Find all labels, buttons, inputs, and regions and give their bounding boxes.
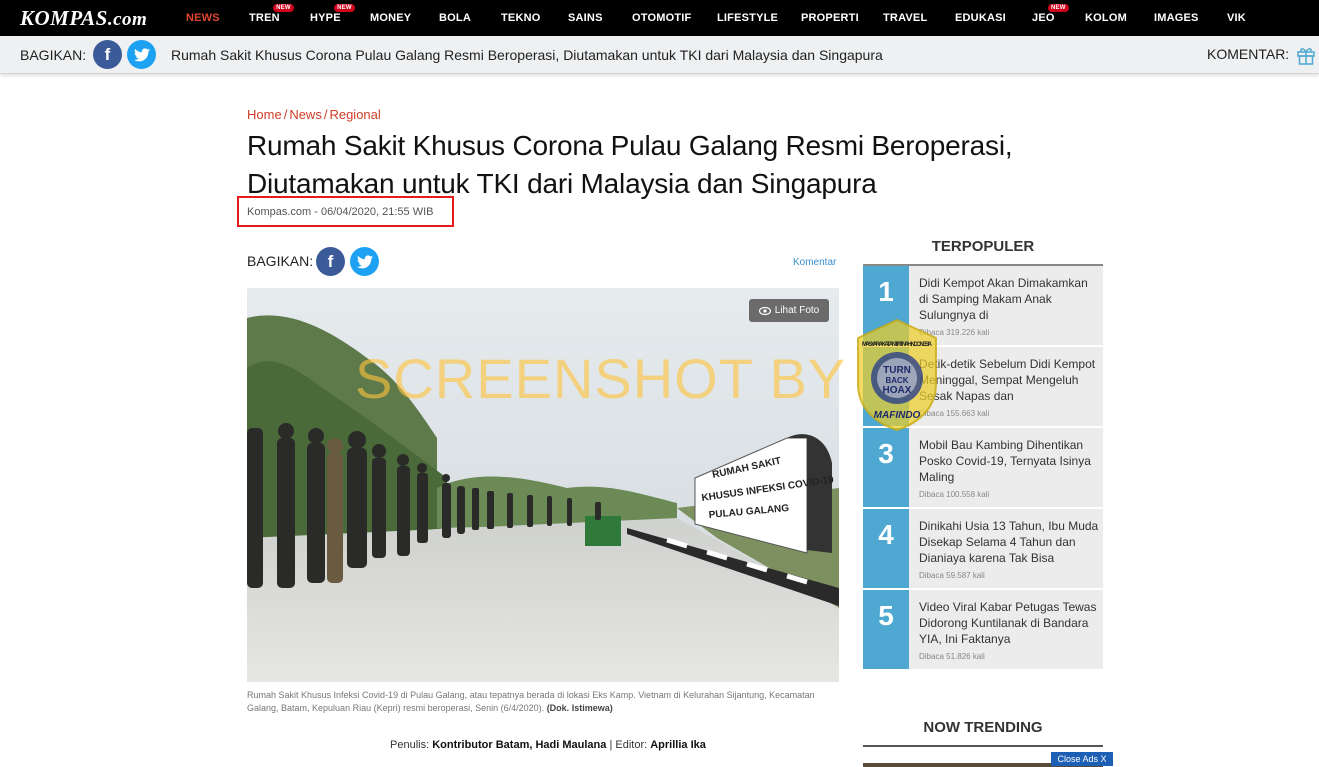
logo-suffix: .com [107,9,148,30]
popular-title[interactable]: Detik-detik Sebelum Didi Kempot Meningga… [919,356,1099,404]
nav-item-news[interactable]: NEWS [186,12,220,24]
breadcrumb: Home / News / Regional [247,107,381,122]
popular-views: Dibaca 51.826 kali [919,652,985,661]
nav-item-label: JEO [1032,12,1055,24]
nav-item-label: TREN [249,12,280,24]
popular-rank: 3 [863,428,909,507]
article-share-label: BAGIKAN: [247,253,314,269]
photo-caption: Rumah Sakit Khusus Infeksi Covid-19 di P… [247,689,837,715]
nav-item-label: OTOMOTIF [632,12,692,24]
nav-item-label: HYPE [310,12,341,24]
nav-item-images[interactable]: IMAGES [1154,12,1199,24]
nav-item-money[interactable]: MONEY [370,12,411,24]
now-trending-heading: NOW TRENDING [923,719,1043,736]
nav-item-label: LIFESTYLE [717,12,779,24]
nav-item-label: TRAVEL [883,12,928,24]
komentar-label[interactable]: KOMENTAR: [1207,46,1289,62]
nav-item-label: SAINS [568,12,603,24]
new-badge: NEW [1048,4,1069,12]
now-trending-divider [863,745,1103,747]
facebook-share-button[interactable]: f [93,40,122,69]
nav-item-tekno[interactable]: TEKNO [501,12,541,24]
popular-views: Dibaca 59.587 kali [919,571,985,580]
popular-title[interactable]: Video Viral Kabar Petugas Tewas Didorong… [919,599,1099,647]
twitter-share-button[interactable] [127,40,156,69]
close-ads-button[interactable]: Close Ads X [1051,752,1113,766]
facebook-icon: f [104,44,111,64]
stamp-bottom-text: MAFINDO [874,410,921,421]
eye-icon [758,306,771,315]
article-byline: Penulis: Kontributor Batam, Hadi Maulana… [390,739,706,751]
komentar-link[interactable]: Komentar [793,257,836,268]
nav-item-label: PROPERTI [801,12,859,24]
editor-name[interactable]: Aprillia Ika [650,739,706,751]
turnbackhoax-stamp: MASYARAKAT ANTI FITNAH INDONESIA TURN BA… [857,318,937,432]
popular-rank: 4 [863,509,909,588]
nav-item-label: MONEY [370,12,412,24]
stamp-line-1: TURN [883,365,911,376]
popular-views: Dibaca 100.558 kali [919,490,990,499]
nav-item-label: BOLA [439,12,471,24]
gift-icon[interactable] [1296,45,1316,65]
logo-text: KOMPAS [20,6,108,30]
nav-item-label: NEWS [186,12,220,24]
nav-item-kolom[interactable]: KOLOM [1085,12,1127,24]
nav-item-vik[interactable]: VIK [1227,12,1246,24]
article-dateline: Kompas.com - 06/04/2020, 21:55 WIB [247,206,434,218]
article-twitter-share-button[interactable] [350,247,379,276]
caption-credit: (Dok. Istimewa) [546,703,613,713]
article-headline: Rumah Sakit Khusus Corona Pulau Galang R… [247,130,1013,199]
stamp-ring-text: MASYARAKAT ANTI FITNAH INDONESIA [862,342,933,348]
nav-item-travel[interactable]: TRAVEL [883,12,927,24]
breadcrumb-news[interactable]: News [289,107,322,122]
kompas-logo[interactable]: KOMPAS.com [20,6,147,31]
popular-title[interactable]: Mobil Bau Kambing Dihentikan Posko Covid… [919,437,1099,485]
editor-label: | Editor: [609,739,648,751]
sticky-share-bar: BAGIKAN: f Rumah Sakit Khusus Corona Pul… [0,36,1319,74]
sticky-article-title[interactable]: Rumah Sakit Khusus Corona Pulau Galang R… [171,47,883,63]
nav-item-jeo[interactable]: JEO NEW [1032,4,1069,24]
new-badge: NEW [273,4,294,12]
nav-item-otomotif[interactable]: OTOMOTIF [632,12,691,24]
article-facebook-share-button[interactable]: f [316,247,345,276]
nav-item-bola[interactable]: BOLA [439,12,471,24]
breadcrumb-home[interactable]: Home [247,107,282,122]
facebook-icon: f [327,251,334,271]
top-navigation: KOMPAS.com NEWS TREN NEW HYPE NEW MONEY BOLA TE… [0,0,1319,36]
lihat-foto-label: Lihat Foto [774,305,820,316]
popular-title[interactable]: Didi Kempot Akan Dimakamkan di Samping M… [919,275,1099,323]
share-label: BAGIKAN: [20,47,87,63]
terpopuler-heading: TERPOPULER [931,238,1035,255]
twitter-icon [133,47,150,61]
penulis-name[interactable]: Kontributor Batam, Hadi Maulana [432,739,606,751]
nav-item-lifestyle[interactable]: LIFESTYLE [717,12,778,24]
nav-item-label: KOLOM [1085,12,1127,24]
popular-rank: 5 [863,590,909,669]
nav-item-label: VIK [1227,12,1246,24]
twitter-icon [356,254,373,268]
penulis-label: Penulis: [390,739,430,751]
nav-item-label: EDUKASI [955,12,1006,24]
nav-item-sains[interactable]: SAINS [568,12,603,24]
nav-item-hype[interactable]: HYPE NEW [310,4,355,24]
popular-title[interactable]: Dinikahi Usia 13 Tahun, Ibu Muda Disekap… [919,518,1099,566]
caption-text: Rumah Sakit Khusus Infeksi Covid-19 di P… [247,690,815,713]
breadcrumb-regional[interactable]: Regional [329,107,380,122]
popular-item[interactable]: 5 Video Viral Kabar Petugas Tewas Didoron… [863,590,1103,669]
nav-item-edukasi[interactable]: EDUKASI [955,12,1006,24]
nav-item-properti[interactable]: PROPERTI [801,12,859,24]
nav-item-tren[interactable]: TREN NEW [249,4,294,24]
new-badge: NEW [334,4,355,12]
popular-item[interactable]: 3 Mobil Bau Kambing Dihentikan Posko Covi… [863,428,1103,507]
popular-item[interactable]: 4 Dinikahi Usia 13 Tahun, Ibu Muda Diseka… [863,509,1103,588]
nav-item-label: TEKNO [501,12,541,24]
screenshot-watermark: SCREENSHOT BY [355,347,847,410]
nav-item-label: IMAGES [1154,12,1199,24]
stamp-line-2: BACK [885,376,908,385]
lihat-foto-button[interactable]: Lihat Foto [749,299,829,322]
stamp-line-3: HOAX [883,385,912,396]
